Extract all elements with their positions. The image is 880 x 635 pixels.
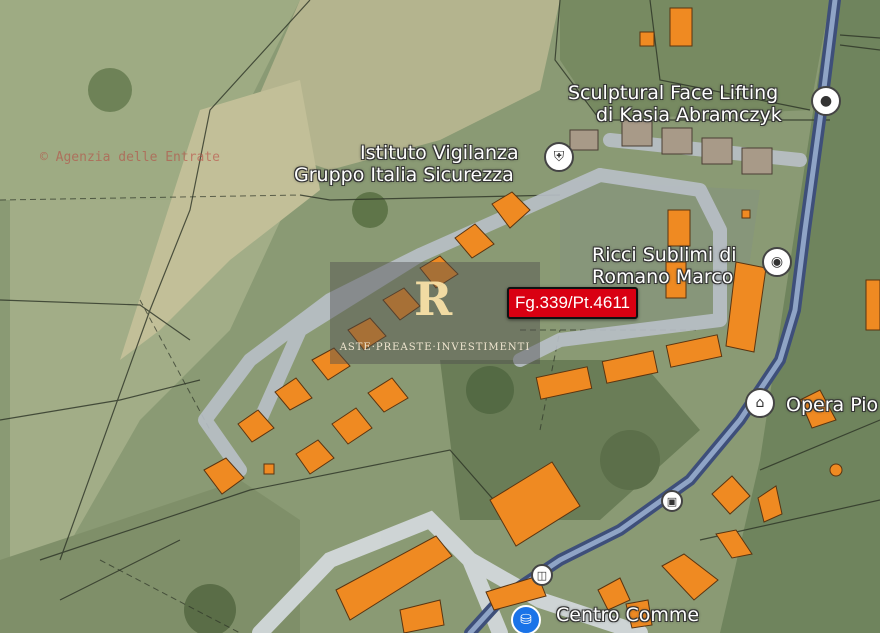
logo-mark: R: [414, 272, 453, 326]
building-footprint: [263, 463, 275, 475]
poi-label-sculptural-line2[interactable]: di Kasia Abramczyk: [596, 104, 782, 126]
parcel-label[interactable]: Fg.339/Pt.4611: [507, 287, 638, 319]
bus-stop-icon[interactable]: ▣: [661, 490, 683, 512]
pastry-pin-icon[interactable]: ◉: [762, 247, 792, 277]
building-footprint: [741, 209, 751, 219]
poi-label-istituto-line2[interactable]: Gruppo Italia Sicurezza: [294, 164, 514, 186]
building-footprint: [667, 209, 691, 247]
location-pin-icon[interactable]: ●: [811, 86, 841, 116]
poi-label-sculptural-line1[interactable]: Sculptural Face Lifting: [568, 82, 778, 104]
poi-label-istituto-line1[interactable]: Istituto Vigilanza: [360, 142, 519, 164]
shopping-pin-icon[interactable]: ⛁: [511, 605, 541, 635]
poi-label-centro[interactable]: Centro Comme: [556, 604, 699, 626]
poi-label-opera[interactable]: Opera Pio: [786, 394, 878, 416]
church-pin-icon[interactable]: ⌂: [745, 388, 775, 418]
shop-small-pin-icon[interactable]: ◫: [531, 564, 553, 586]
poi-label-ricci-line2[interactable]: Romano Marco: [592, 266, 733, 288]
building-footprint: [865, 279, 880, 331]
copyright-watermark: © Agenzia delle Entrate: [40, 150, 221, 165]
building-footprint: [829, 463, 843, 477]
shield-pin-icon[interactable]: ⛨: [544, 142, 574, 172]
poi-label-ricci-line1[interactable]: Ricci Sublimi di: [592, 244, 737, 266]
building-footprint: [639, 31, 655, 47]
building-footprint: [669, 7, 693, 47]
logo-text: ASTE·PREASTE·INVESTIMENTI: [339, 342, 531, 353]
